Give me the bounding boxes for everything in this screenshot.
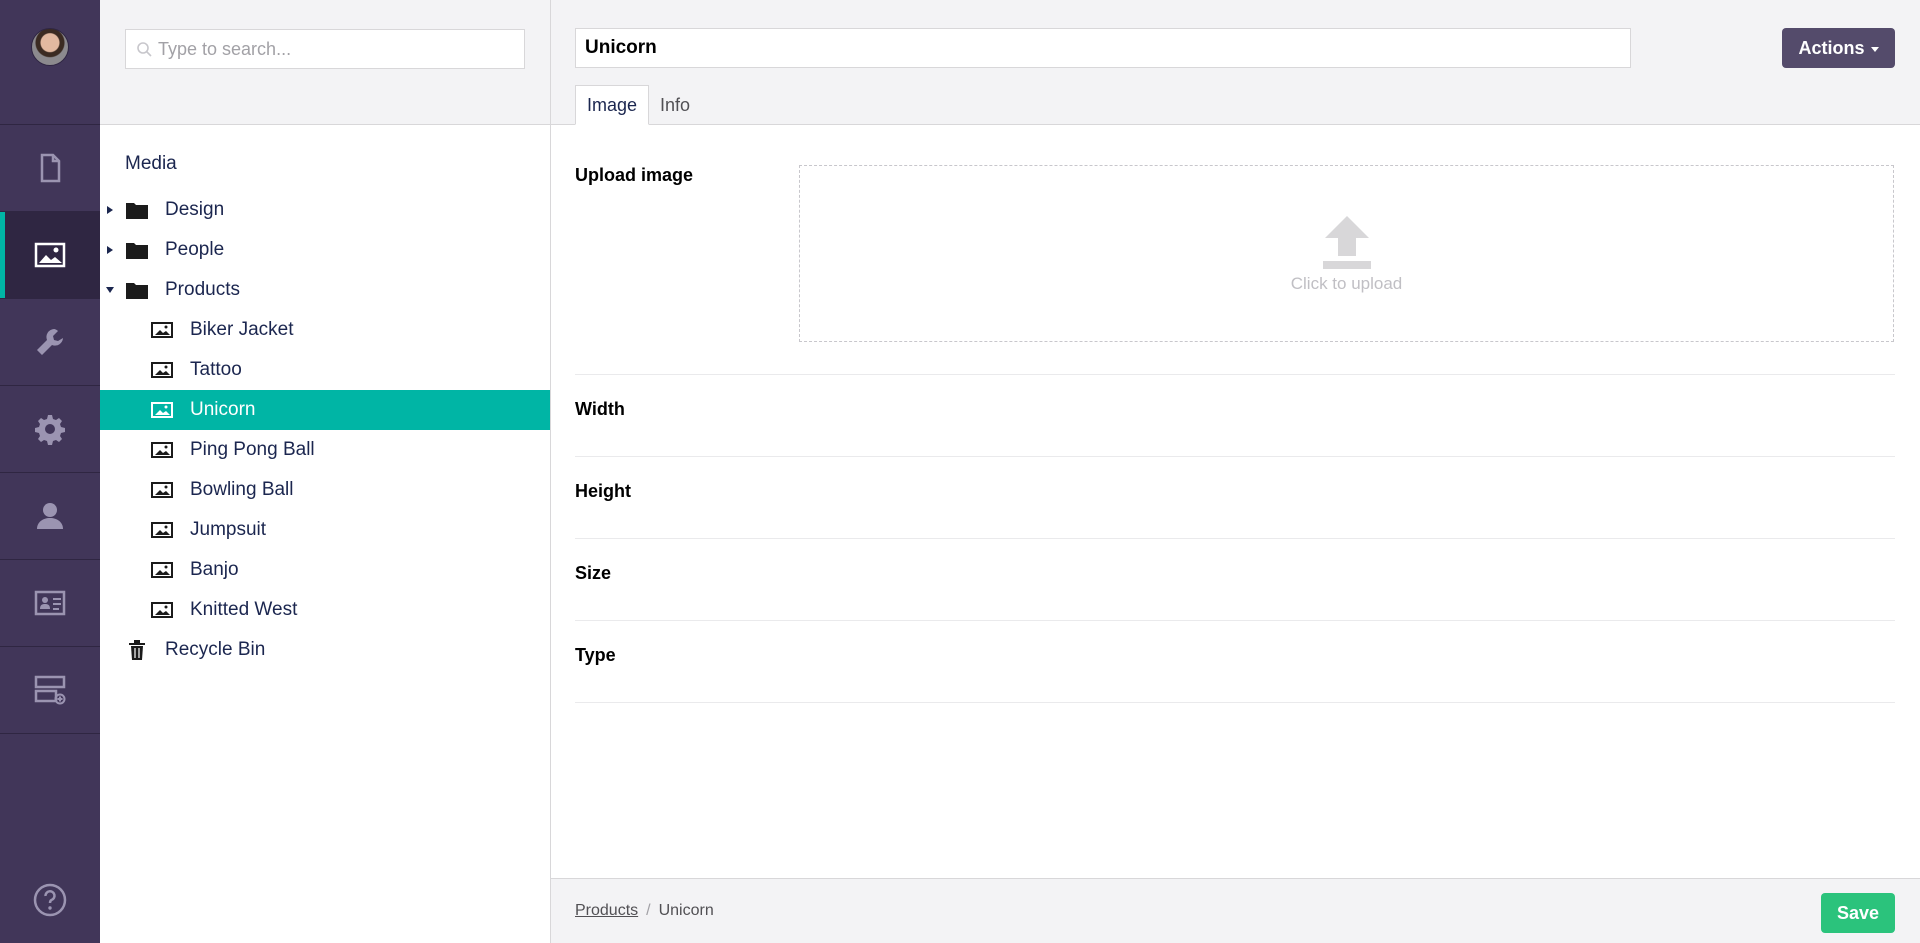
image-icon	[150, 398, 174, 422]
help-button[interactable]	[0, 883, 100, 917]
image-icon	[150, 318, 174, 342]
tree-folder-design[interactable]: Design	[100, 190, 550, 230]
tree-item-label: People	[165, 239, 225, 260]
section-users[interactable]	[0, 473, 100, 560]
tree-header	[100, 0, 550, 125]
image-icon	[150, 558, 174, 582]
section-media[interactable]	[0, 212, 100, 299]
tree-folder-people[interactable]: People	[100, 230, 550, 270]
avatar[interactable]	[31, 28, 69, 66]
caret-right-icon[interactable]	[105, 205, 115, 215]
section-members[interactable]	[0, 560, 100, 647]
tab-image[interactable]: Image	[575, 85, 650, 125]
media-name-input[interactable]	[575, 28, 1631, 68]
breadcrumb-current: Unicorn	[658, 902, 714, 919]
property-row-size: Size	[575, 539, 1895, 621]
property-row-height: Height	[575, 457, 1895, 539]
tree-item-label: Bowling Ball	[190, 479, 294, 500]
image-icon	[150, 438, 174, 462]
upload-dropzone[interactable]: Click to upload	[799, 165, 1894, 342]
editor-header: Actions Image Info	[551, 0, 1920, 125]
editor-tabs: Image Info	[575, 85, 701, 125]
breadcrumb-separator: /	[646, 902, 651, 919]
tree-item-ping-pong-ball[interactable]: Ping Pong Ball	[100, 430, 550, 470]
image-icon	[150, 518, 174, 542]
section-forms[interactable]	[0, 647, 100, 734]
content-icon	[40, 153, 61, 183]
tree-folder-products[interactable]: Products	[100, 270, 550, 310]
tree-item-bowling-ball[interactable]: Bowling Ball	[100, 470, 550, 510]
tree-item-label: Design	[165, 199, 225, 220]
tree-item-tattoo[interactable]: Tattoo	[100, 350, 550, 390]
editor-footer: Products / Unicorn Save	[551, 878, 1920, 943]
tree-item-biker-jacket[interactable]: Biker Jacket	[100, 310, 550, 350]
tree-item-label: Recycle Bin	[165, 639, 266, 660]
tree-item-unicorn[interactable]: Unicorn	[100, 390, 550, 430]
image-icon	[150, 358, 174, 382]
member-card-icon	[34, 590, 66, 616]
editor-content: Upload image Click to upload Width Heigh…	[551, 125, 1920, 703]
tab-info[interactable]: Info	[649, 85, 701, 125]
section-settings[interactable]	[0, 299, 100, 386]
tree-item-label: Banjo	[190, 559, 239, 580]
user-area	[0, 0, 100, 125]
folder-icon	[125, 238, 149, 262]
folder-icon	[125, 198, 149, 222]
tree-item-banjo[interactable]: Banjo	[100, 550, 550, 590]
search-box	[125, 29, 525, 69]
search-input[interactable]	[126, 30, 524, 68]
tree-item-label: Ping Pong Ball	[190, 439, 315, 460]
media-tree-panel: Media Design People Products Biker Jacke…	[100, 0, 551, 943]
property-label: Size	[575, 563, 612, 583]
user-icon	[37, 503, 63, 529]
property-label: Width	[575, 399, 625, 419]
tree-item-jumpsuit[interactable]: Jumpsuit	[100, 510, 550, 550]
tree-item-label: Knitted West	[190, 599, 298, 620]
upload-row: Upload image Click to upload	[575, 125, 1895, 375]
section-rail	[0, 0, 100, 943]
caret-down-icon[interactable]	[105, 285, 115, 295]
property-row-width: Width	[575, 375, 1895, 457]
tree-item-label: Products	[165, 279, 240, 300]
tree-item-knitted-west[interactable]: Knitted West	[100, 590, 550, 630]
media-editor: Actions Image Info Upload image Click to…	[551, 0, 1920, 943]
section-developer[interactable]	[0, 386, 100, 473]
gear-icon	[35, 415, 65, 445]
upload-icon	[1322, 215, 1371, 269]
breadcrumb-link-products[interactable]: Products	[575, 902, 638, 919]
tree-item-label: Unicorn	[190, 399, 256, 420]
wrench-icon	[37, 329, 63, 355]
tree-item-label: Biker Jacket	[190, 319, 294, 340]
image-icon	[150, 478, 174, 502]
property-label: Type	[575, 645, 616, 665]
save-button[interactable]: Save	[1821, 893, 1895, 933]
actions-label: Actions	[1798, 37, 1865, 58]
caret-right-icon[interactable]	[105, 245, 115, 255]
form-icon	[34, 675, 66, 705]
tree-item-label: Tattoo	[190, 359, 242, 380]
search-icon	[137, 42, 152, 57]
tree-recycle-bin[interactable]: Recycle Bin	[100, 630, 550, 670]
actions-button[interactable]: Actions	[1782, 28, 1895, 68]
property-label: Height	[575, 481, 631, 501]
breadcrumb: Products / Unicorn	[575, 902, 714, 920]
section-content[interactable]	[0, 125, 100, 212]
tree-item-label: Jumpsuit	[190, 519, 267, 540]
image-icon	[150, 598, 174, 622]
caret-down-icon	[1870, 46, 1879, 52]
upload-text: Click to upload	[1290, 273, 1403, 293]
upload-label: Upload image	[575, 165, 694, 185]
trash-icon	[125, 638, 149, 662]
help-icon	[33, 883, 67, 917]
property-row-type: Type	[575, 621, 1895, 703]
media-icon	[34, 242, 66, 268]
folder-icon	[125, 278, 149, 302]
